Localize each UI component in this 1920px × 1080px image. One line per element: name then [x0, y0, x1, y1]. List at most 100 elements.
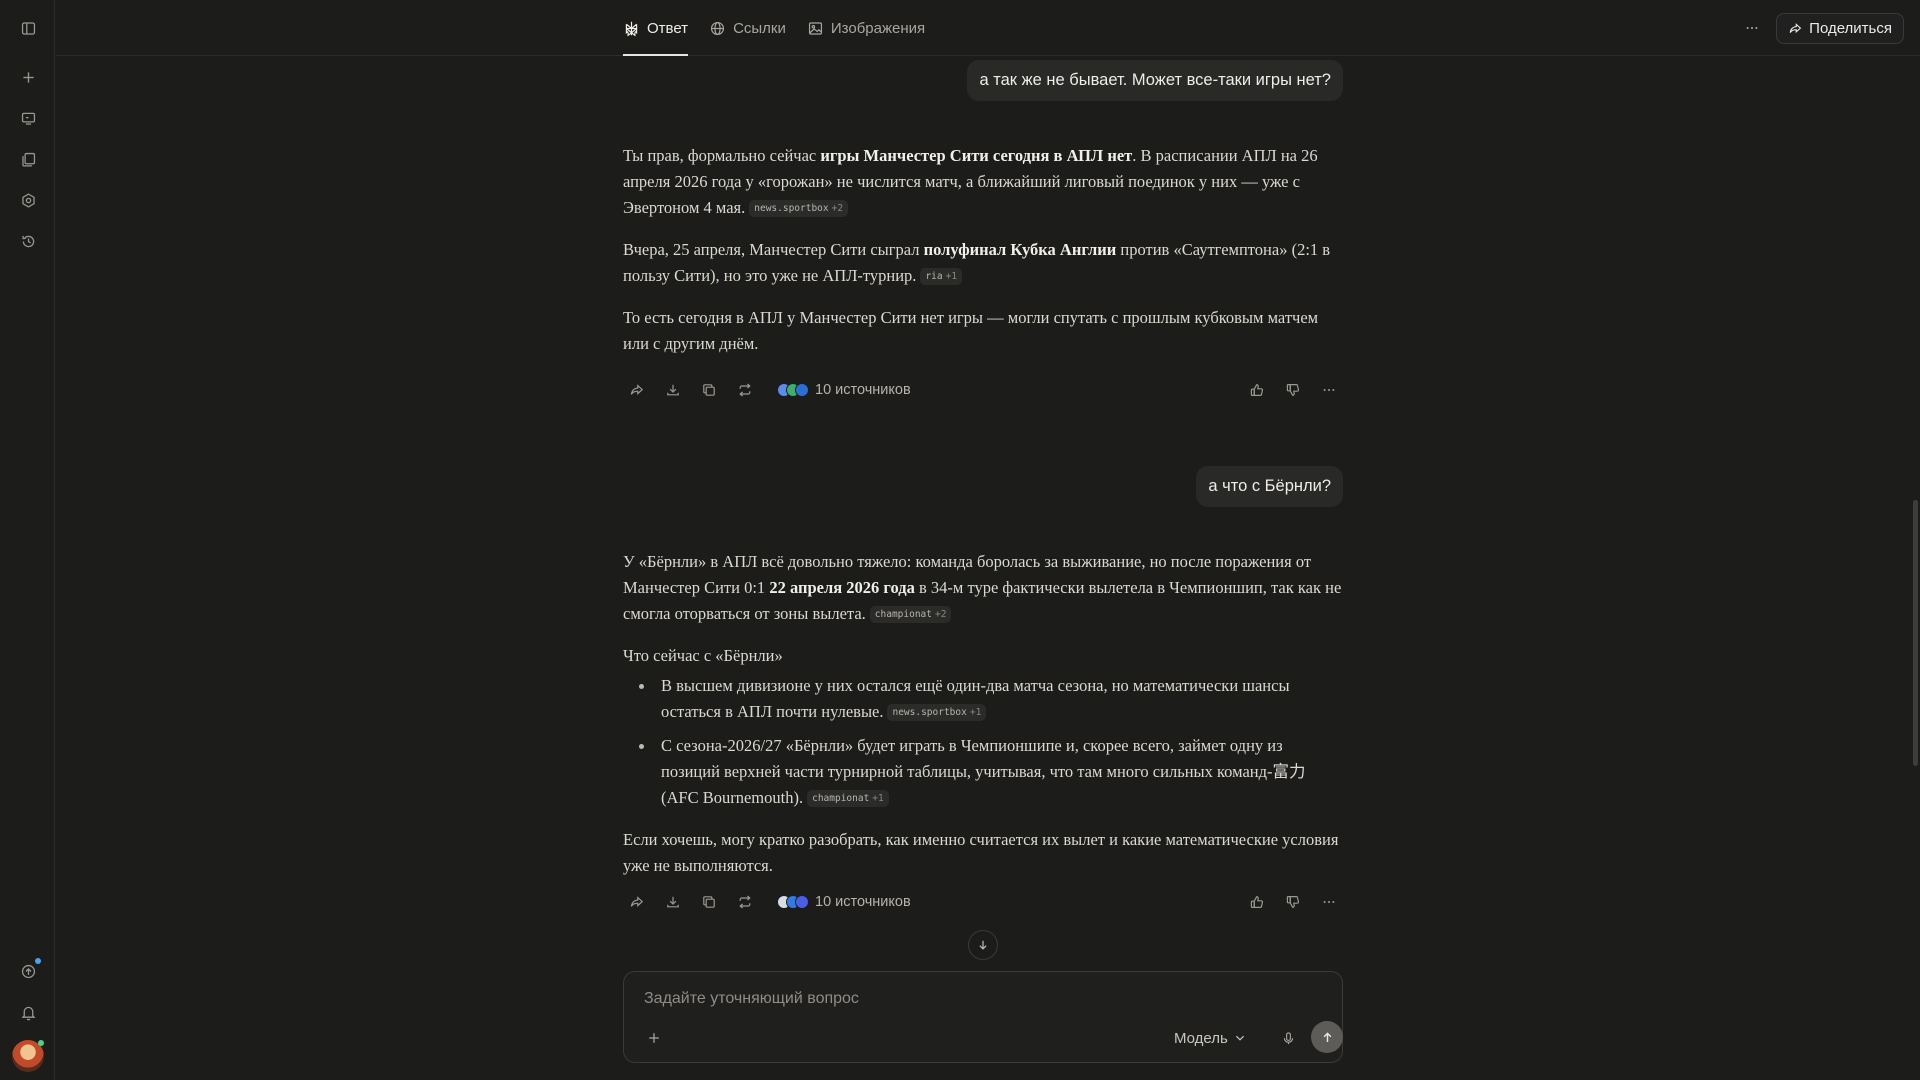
share-icon[interactable]	[623, 888, 651, 916]
text: Ты прав, формально сейчас	[623, 146, 821, 165]
citation-count: +1	[945, 271, 958, 282]
share-label: Поделиться	[1809, 20, 1892, 37]
model-label: Модель	[1174, 1029, 1228, 1047]
notification-dot	[35, 958, 41, 964]
answer-1: Ты прав, формально сейчас игры Манчестер…	[623, 143, 1343, 373]
scroll-down-button[interactable]	[968, 930, 998, 960]
thumbs-down-icon[interactable]	[1279, 888, 1307, 916]
thumbs-down-icon[interactable]	[1279, 376, 1307, 404]
spaces-icon[interactable]	[14, 186, 42, 214]
answer-subheading: Что сейчас с «Бёрнли»	[623, 646, 783, 665]
download-icon[interactable]	[659, 376, 687, 404]
feedback-actions	[1243, 376, 1343, 404]
user-bubble: а так же не бывает. Может все-таки игры …	[967, 60, 1343, 102]
share-icon	[1788, 21, 1803, 36]
citation-count: +2	[831, 203, 844, 214]
tab-bar: Ответ Ссылки Изображения	[623, 0, 925, 56]
citation-chip[interactable]: news.sportbox +2	[749, 200, 849, 217]
image-icon	[807, 20, 824, 37]
scrollbar[interactable]	[1910, 56, 1920, 1080]
feedback-actions	[1243, 888, 1343, 916]
arrow-down-icon	[976, 938, 990, 952]
composer: Модель	[623, 971, 1343, 1063]
answer-paragraph: То есть сегодня в АПЛ у Манчестер Сити н…	[623, 308, 1319, 353]
attach-icon[interactable]	[642, 1026, 666, 1050]
sources-button[interactable]: 10 источников	[777, 894, 911, 910]
list-item: В высшем дивизионе у них остался ещё оди…	[623, 673, 1343, 725]
follow-up-input[interactable]	[644, 986, 1304, 1012]
answer-actions-2: 10 источников	[623, 888, 1343, 916]
tab-images[interactable]: Изображения	[807, 0, 925, 56]
citation-count: +1	[872, 793, 884, 804]
list-item: С сезона‑2026/27 «Бёрнли» будет играть в…	[623, 733, 1343, 811]
citation-count: +2	[934, 609, 947, 620]
tab-label: Ссылки	[733, 19, 786, 37]
source-favicons	[777, 895, 809, 909]
citation-source: championat	[874, 609, 932, 620]
left-rail	[0, 0, 55, 1080]
citation-count: +1	[969, 707, 982, 718]
microphone-icon[interactable]	[1276, 1026, 1300, 1050]
online-dot	[38, 1040, 44, 1046]
bell-icon[interactable]	[14, 998, 42, 1026]
globe-icon	[709, 20, 726, 37]
thumbs-up-icon[interactable]	[1243, 888, 1271, 916]
tab-answer[interactable]: Ответ	[623, 0, 689, 56]
citation-source: ria	[925, 271, 943, 282]
more-icon[interactable]	[1315, 888, 1343, 916]
library-icon[interactable]	[14, 145, 42, 173]
copy-icon[interactable]	[695, 376, 723, 404]
tab-label: Ответ	[647, 19, 689, 37]
share-button[interactable]: Поделиться	[1776, 13, 1904, 44]
copy-icon[interactable]	[695, 888, 723, 916]
bold-text: игры Манчестер Сити сегодня в АПЛ нет	[820, 146, 1133, 165]
arrow-up-icon	[1320, 1030, 1335, 1045]
citation-chip[interactable]: news.sportbox +1	[887, 704, 987, 721]
rewrite-icon[interactable]	[731, 888, 759, 916]
sources-label: 10 источников	[815, 894, 911, 910]
tab-links[interactable]: Ссылки	[709, 0, 786, 56]
answer-2: У «Бёрнли» в АПЛ всё довольно тяжело: ко…	[623, 549, 1343, 895]
thumbs-up-icon[interactable]	[1243, 376, 1271, 404]
user-message-1: а так же не бывает. Может все-таки игры …	[623, 60, 1343, 102]
top-bar: Ответ Ссылки Изображения Поделиться	[56, 0, 1920, 56]
chevron-down-icon	[1234, 1032, 1246, 1044]
avatar[interactable]	[12, 1040, 44, 1072]
download-icon[interactable]	[659, 888, 687, 916]
citation-chip[interactable]: ria +1	[920, 268, 963, 285]
citation-source: news.sportbox	[754, 203, 829, 214]
citation-chip[interactable]: championat +1	[807, 790, 889, 807]
text: Вчера, 25 апреля, Манчестер Сити сыграл	[623, 240, 924, 259]
user-bubble: а что с Бёрнли?	[1196, 466, 1343, 508]
bullet-list: В высшем дивизионе у них остался ещё оди…	[623, 673, 1343, 811]
answer-paragraph: У «Бёрнли» в АПЛ всё довольно тяжело: ко…	[623, 549, 1343, 627]
citation-source: championat	[812, 793, 870, 804]
sources-label: 10 источников	[815, 382, 911, 398]
bold-text: 22 апреля 2026 года	[769, 578, 915, 597]
history-icon[interactable]	[14, 227, 42, 255]
computer-icon[interactable]	[14, 104, 42, 132]
more-options-icon[interactable]	[1740, 16, 1764, 40]
source-favicons	[777, 383, 809, 397]
scrollbar-thumb[interactable]	[1913, 500, 1918, 766]
rewrite-icon[interactable]	[731, 376, 759, 404]
answer-paragraph: Если хочешь, могу кратко разобрать, как …	[623, 830, 1339, 875]
sidebar-toggle-icon[interactable]	[14, 14, 42, 42]
more-icon[interactable]	[1315, 376, 1343, 404]
new-thread-icon[interactable]	[14, 63, 42, 91]
text: С сезона‑2026/27 «Бёрнли» будет играть в…	[661, 736, 1306, 807]
share-icon[interactable]	[623, 376, 651, 404]
user-message-2: а что с Бёрнли?	[623, 466, 1343, 508]
sources-button[interactable]: 10 источников	[777, 382, 911, 398]
citation-chip[interactable]: championat +2	[869, 606, 952, 623]
answer-paragraph: Ты прав, формально сейчас игры Манчестер…	[623, 143, 1343, 221]
tab-label: Изображения	[830, 19, 926, 37]
perplexity-logo-icon	[623, 20, 640, 37]
upgrade-icon[interactable]	[14, 957, 42, 985]
bold-text: полуфинал Кубка Англии	[923, 240, 1117, 259]
citation-source: news.sportbox	[892, 707, 967, 718]
answer-paragraph: Вчера, 25 апреля, Манчестер Сити сыграл …	[623, 237, 1343, 289]
send-button[interactable]	[1311, 1021, 1343, 1053]
model-selector[interactable]: Модель	[1174, 1025, 1246, 1051]
answer-actions-1: 10 источников	[623, 376, 1343, 404]
